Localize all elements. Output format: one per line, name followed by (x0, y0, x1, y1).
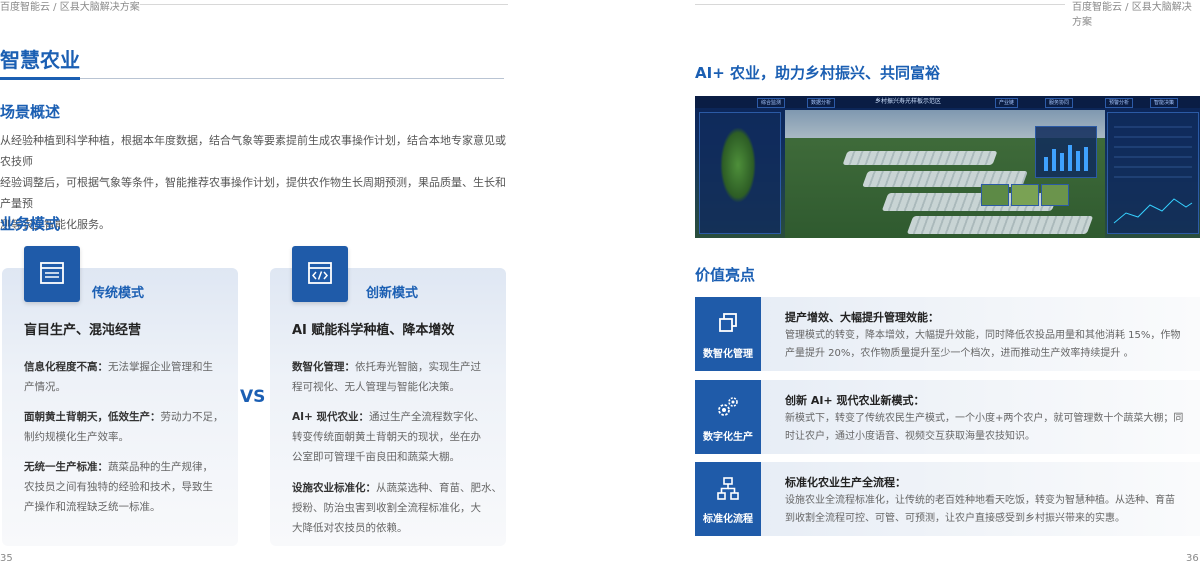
dashboard-tab: 服务协同 (1045, 98, 1074, 108)
item-text: 劳动力不足， (160, 411, 224, 423)
plant-image (720, 127, 756, 203)
traditional-heading: 盲目生产、混沌经营 (24, 323, 142, 338)
business-title: 业务模式 (0, 215, 61, 233)
value-title: 标准化农业生产全流程： (785, 476, 906, 489)
header-right-text: 百度智能云 / 区县大脑解决方案 (1072, 2, 1192, 28)
item-text: 转变传统面朝黄土背朝天的现状，坐在办 (292, 431, 481, 443)
dashboard-left-panel (699, 112, 781, 234)
value-description: 新模式下，转变了传统农民生产模式，一个小度+两个农户，就可管理数十个蔬菜大棚；同… (785, 410, 1195, 446)
item-text: 蔬菜品种的生产规律， (108, 461, 213, 473)
value-description: 管理模式的转变，降本增效，大幅提升效能，同时降低农投品用量和其他消耗 15%，作… (785, 327, 1195, 363)
dashboard-screenshot: 综合监测 数据分析 乡村振兴寿光样板示范区 产业链 服务协同 预警分析 智能决策 (695, 96, 1200, 238)
photo-thumbnail (1041, 184, 1069, 206)
browser-window-icon (24, 246, 80, 302)
item-label: 面朝黄土背朝天，低效生产： (24, 411, 161, 423)
value-title: 创新 AI+ 现代农业新模式： (785, 394, 925, 407)
item-label: 无统一生产标准： (24, 461, 108, 473)
value-line: 时让农户，通过小度语音、视频交互获取海量农技知识。 (785, 431, 1035, 442)
item-text: 产操作和流程缺乏统一标准。 (24, 501, 161, 513)
scene-title: 场景概述 (0, 103, 61, 121)
item-label: AI+ 现代农业： (292, 411, 369, 423)
dashboard-tab: 产业链 (995, 98, 1019, 108)
value-line: 新模式下，转变了传统农民生产模式，一个小度+两个农户，就可管理数十个蔬菜大棚；同 (785, 413, 1184, 424)
value-card: 标准化流程 标准化农业生产全流程： 设施农业全流程标准化，让传统的老百姓种地看天… (695, 462, 1200, 536)
header-left-line (140, 4, 508, 5)
header-right-line (695, 4, 1065, 5)
dashboard-tab: 智能决策 (1150, 98, 1179, 108)
value-title: 提产增效、大幅提升管理效能： (785, 311, 939, 324)
hierarchy-icon (717, 477, 739, 500)
value-icon-label: 数智化管理 (703, 349, 753, 360)
photo-thumbnail (1011, 184, 1039, 206)
dashboard-tab: 数据分析 (807, 98, 836, 108)
item-text: 程可视化、无人管理与智能化决策。 (292, 381, 460, 393)
traditional-item: 无统一生产标准：蔬菜品种的生产规律， 农技员之间有独特的经验和技术，导致生 产操… (24, 457, 234, 517)
dashboard-chart-panel (1035, 126, 1097, 178)
page-title: 智慧农业 (0, 48, 80, 72)
item-label: 设施农业标准化： (292, 482, 376, 494)
page-number-right: 36 (1186, 553, 1199, 564)
item-label: 信息化程度不高： (24, 361, 108, 373)
item-text: 授粉、防治虫害到收割全流程标准化，大 (292, 502, 481, 514)
value-icon-box: 数智化管理 (695, 297, 761, 371)
dashboard-title: 乡村振兴寿光样板示范区 (875, 98, 942, 105)
innovative-item: 数智化管理：依托寿光智脑，实现生产过 程可视化、无人管理与智能化决策。 (292, 357, 504, 397)
item-text: 公室即可管理千亩良田和蔬菜大棚。 (292, 451, 460, 463)
item-text: 通过生产全流程数字化、 (369, 411, 485, 423)
photo-thumbnail (981, 184, 1009, 206)
innovative-mode-label: 创新模式 (366, 286, 419, 301)
item-text: 农技员之间有独特的经验和技术，导致生 (24, 481, 213, 493)
greenhouse (906, 216, 1094, 234)
value-icon-box: 数字化生产 (695, 380, 761, 454)
scene-line: 从经验种植到科学种植，根据本年度数据，结合气象等要素提前生成农事操作计划，结合本… (0, 134, 506, 168)
item-text: 依托寿光智脑，实现生产过 (355, 361, 481, 373)
value-card: 数字化生产 创新 AI+ 现代农业新模式： 新模式下，转变了传统农民生产模式，一… (695, 380, 1200, 454)
item-text: 从蔬菜选种、育苗、肥水、 (376, 482, 502, 494)
item-text: 产情况。 (24, 381, 66, 393)
item-label: 数智化管理： (292, 361, 355, 373)
value-description: 设施农业全流程标准化，让传统的老百姓种地看天吃饭，转变为智慧种植。从选种、育苗 … (785, 492, 1195, 528)
item-text: 大降低对农技员的依赖。 (292, 522, 408, 534)
page-number-left: 35 (0, 553, 13, 564)
code-window-icon (292, 246, 348, 302)
title-accent-bar (0, 77, 80, 80)
layers-icon (719, 313, 737, 332)
greenhouse (842, 151, 998, 165)
item-text: 无法掌握企业管理和生 (108, 361, 213, 373)
value-icon-box: 标准化流程 (695, 462, 761, 536)
traditional-item: 信息化程度不高：无法掌握企业管理和生 产情况。 (24, 357, 234, 397)
innovative-item: AI+ 现代农业：通过生产全流程数字化、 转变传统面朝黄土背朝天的现状，坐在办 … (292, 407, 504, 467)
gears-icon (718, 397, 738, 416)
right-title: AI+ 农业，助力乡村振兴、共同富裕 (695, 64, 940, 82)
value-line: 设施农业全流程标准化，让传统的老百姓种地看天吃饭，转变为智慧种植。从选种、育苗 (785, 495, 1175, 506)
scene-line: 经验调整后，可根据气象等条件，智能推荐农事操作计划，提供农作物生长周期预测，果品… (0, 176, 506, 210)
traditional-mode-label: 传统模式 (92, 286, 145, 301)
value-line: 到收割全流程可控、可管、可预测，让农户直接感受到乡村振兴带来的实惠。 (785, 513, 1125, 524)
value-line: 管理模式的转变，降本增效，大幅提升效能，同时降低农投品用量和其他消耗 15%，作… (785, 330, 1181, 341)
innovative-item: 设施农业标准化：从蔬菜选种、育苗、肥水、 授粉、防治虫害到收割全流程标准化，大 … (292, 478, 504, 538)
scene-paragraph: 从经验种植到科学种植，根据本年度数据，结合气象等要素提前生成农事操作计划，结合本… (0, 130, 510, 235)
dashboard-right-panel (1107, 112, 1199, 234)
value-card: 数智化管理 提产增效、大幅提升管理效能： 管理模式的转变，降本增效，大幅提升效能… (695, 297, 1200, 371)
scene-line: 测等农业智能化服务。 (0, 218, 110, 231)
item-text: 制约规模化生产效率。 (24, 431, 129, 443)
value-line: 产量提升 20%，农作物质量提升至少一个档次，进而推动生产效率持续提升 。 (785, 348, 1134, 359)
dashboard-tab: 预警分析 (1105, 98, 1134, 108)
vs-label: VS (240, 387, 266, 407)
value-icon-label: 标准化流程 (703, 514, 753, 525)
innovative-heading: AI 赋能科学种植、降本增效 (292, 323, 455, 338)
dashboard-tab: 综合监测 (757, 98, 786, 108)
traditional-item: 面朝黄土背朝天，低效生产：劳动力不足， 制约规模化生产效率。 (24, 407, 234, 447)
header-left-text: 百度智能云 / 区县大脑解决方案 (0, 2, 140, 13)
value-highlights-title: 价值亮点 (695, 266, 756, 284)
value-icon-label: 数字化生产 (703, 432, 753, 443)
